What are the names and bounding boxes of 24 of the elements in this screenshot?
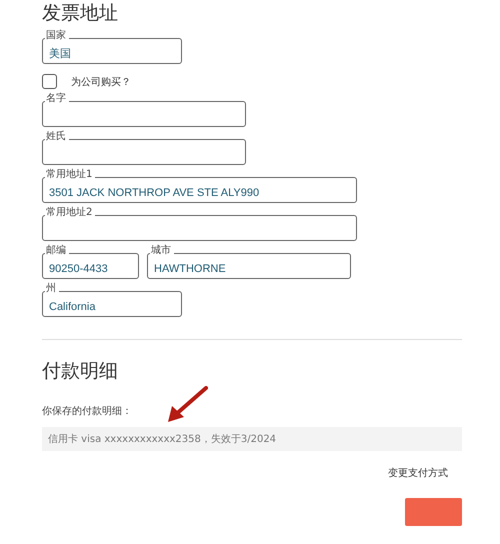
field-label: 名字 <box>45 93 69 105</box>
checkbox-label: 为公司购买？ <box>71 76 131 88</box>
field-label: 城市 <box>150 245 174 257</box>
arrow-icon <box>166 386 208 424</box>
text-field[interactable] <box>42 139 246 165</box>
text-field[interactable] <box>42 215 357 241</box>
field-label: 常用地址2 <box>45 207 96 219</box>
text-field[interactable]: HAWTHORNE <box>147 253 351 279</box>
checkbox[interactable] <box>42 74 57 89</box>
saved-card-info: 信用卡 visa xxxxxxxxxxxx2358，失效于3/2024 <box>42 427 462 451</box>
field-label: 国家 <box>45 30 69 42</box>
field-label: 邮编 <box>45 245 69 257</box>
section-title: 发票地址 <box>42 1 119 26</box>
saved-payment-label: 你保存的付款明细： <box>42 405 133 418</box>
text-field[interactable]: 美国 <box>42 38 182 64</box>
field-label: 州 <box>45 283 59 295</box>
section-title: 付款明细 <box>42 359 119 384</box>
field-label: 常用地址1 <box>45 169 96 181</box>
change-payment-link[interactable]: 变更支付方式 <box>388 466 448 480</box>
text-field[interactable]: California <box>42 291 182 317</box>
field-label: 姓氏 <box>45 131 69 143</box>
text-field[interactable] <box>42 101 246 127</box>
text-field[interactable]: 90250-4433 <box>42 253 139 279</box>
text-field[interactable]: 3501 JACK NORTHROP AVE STE ALY990 <box>42 177 357 203</box>
